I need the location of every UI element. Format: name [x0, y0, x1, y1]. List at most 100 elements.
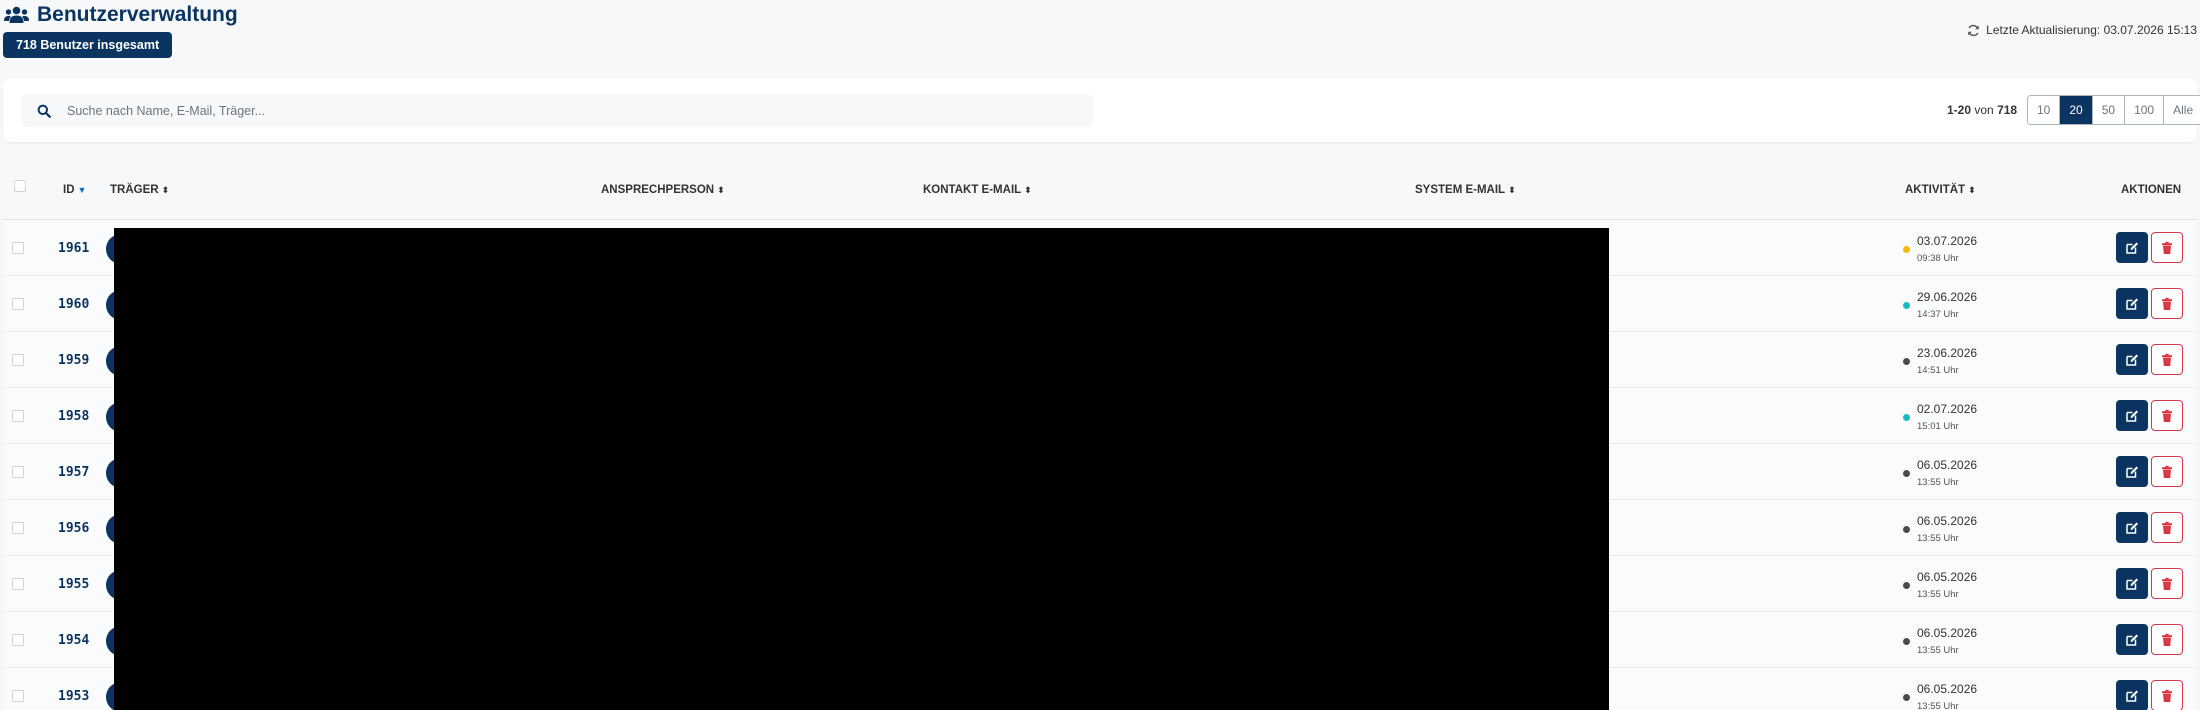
column-label-id: ID [63, 184, 75, 196]
activity-date: 02.07.2026 [1917, 402, 1978, 416]
row-id[interactable]: 1957 [58, 465, 89, 480]
delete-button[interactable] [2151, 680, 2183, 710]
edit-icon [2126, 522, 2138, 534]
page-size-100-button[interactable]: 100 [2125, 96, 2165, 124]
delete-button[interactable] [2151, 288, 2183, 319]
row-checkbox[interactable] [12, 578, 24, 590]
row-checkbox[interactable] [12, 354, 24, 366]
row-id[interactable]: 1955 [58, 577, 89, 592]
edit-button[interactable] [2116, 232, 2148, 263]
row-checkbox[interactable] [12, 242, 24, 254]
activity-status-dot [1903, 694, 1910, 701]
row-id[interactable]: 1960 [58, 297, 89, 312]
delete-button[interactable] [2151, 456, 2183, 487]
table-header: ID ▼ TRÄGER ⬍ ANSPRECHPERSON ⬍ KONTAKT E… [3, 160, 2197, 220]
edit-button[interactable] [2116, 456, 2148, 487]
delete-button[interactable] [2151, 624, 2183, 655]
page-header: Benutzerverwaltung 718 Benutzer insgesam… [0, 0, 2200, 70]
delete-button[interactable] [2151, 512, 2183, 543]
row-checkbox[interactable] [12, 522, 24, 534]
sort-icon: ⬍ [1508, 184, 1516, 195]
activity-time: 13:55 Uhr [1917, 533, 1959, 544]
row-checkbox[interactable] [12, 298, 24, 310]
edit-button[interactable] [2116, 624, 2148, 655]
activity-time: 13:55 Uhr [1917, 477, 1959, 488]
page-size-20-button[interactable]: 20 [2060, 96, 2093, 124]
edit-icon [2126, 354, 2138, 366]
trash-icon [2162, 577, 2172, 590]
trash-icon [2162, 241, 2172, 254]
row-id[interactable]: 1953 [58, 689, 89, 704]
row-checkbox[interactable] [12, 410, 24, 422]
activity-date: 29.06.2026 [1917, 290, 1978, 304]
redacted-region [114, 228, 1609, 710]
trash-icon [2162, 465, 2172, 478]
column-label-traeger: TRÄGER [110, 184, 159, 196]
column-header-ansprechperson[interactable]: ANSPRECHPERSON ⬍ [601, 184, 725, 196]
activity-date: 06.05.2026 [1917, 570, 1978, 584]
page-size-all-button[interactable]: Alle [2164, 96, 2200, 124]
column-label-kontakt-email: KONTAKT E-MAIL [923, 184, 1022, 196]
column-label-system-email: SYSTEM E-MAIL [1415, 184, 1506, 196]
range-value: 1-20 [1947, 103, 1972, 117]
edit-button[interactable] [2116, 288, 2148, 319]
activity-status-dot [1903, 526, 1910, 533]
delete-button[interactable] [2151, 568, 2183, 599]
row-checkbox[interactable] [12, 466, 24, 478]
row-checkbox[interactable] [12, 690, 24, 702]
sort-icon: ⬍ [1024, 184, 1032, 195]
activity-status-dot [1903, 638, 1910, 645]
edit-button[interactable] [2116, 680, 2148, 710]
activity-time: 13:55 Uhr [1917, 589, 1959, 600]
delete-button[interactable] [2151, 400, 2183, 431]
trash-icon [2162, 689, 2172, 702]
sort-icon: ⬍ [717, 184, 725, 195]
activity-time: 14:37 Uhr [1917, 309, 1959, 320]
activity-date: 06.05.2026 [1917, 626, 1978, 640]
search-box[interactable] [21, 94, 1093, 127]
sort-icon: ⬍ [161, 184, 170, 195]
edit-button[interactable] [2116, 344, 2148, 375]
trash-icon [2162, 521, 2172, 534]
last-update-info: Letzte Aktualisierung: 03.07.2026 15:13 [1967, 23, 2197, 37]
column-header-system-email[interactable]: SYSTEM E-MAIL ⬍ [1415, 184, 1516, 196]
column-header-traeger[interactable]: TRÄGER ⬍ [110, 184, 169, 196]
search-input[interactable] [67, 103, 1047, 118]
pagination-range: 1-20 von 718 [1947, 103, 2017, 117]
page-title: Benutzerverwaltung [37, 3, 238, 26]
column-header-kontakt-email[interactable]: KONTAKT E-MAIL ⬍ [923, 184, 1032, 196]
activity-status-dot [1903, 358, 1910, 365]
trash-icon [2162, 297, 2172, 310]
delete-button[interactable] [2151, 232, 2183, 263]
page-title-group: Benutzerverwaltung [4, 3, 238, 27]
range-of-label: von [1974, 103, 1994, 117]
activity-status-dot [1903, 246, 1910, 253]
row-id[interactable]: 1954 [58, 633, 89, 648]
page-size-10-button[interactable]: 10 [2028, 96, 2061, 124]
delete-button[interactable] [2151, 344, 2183, 375]
activity-time: 13:55 Uhr [1917, 701, 1959, 710]
row-id[interactable]: 1961 [58, 241, 89, 256]
column-header-id[interactable]: ID ▼ [63, 184, 86, 196]
activity-date: 06.05.2026 [1917, 514, 1978, 528]
activity-date: 23.06.2026 [1917, 346, 1978, 360]
activity-status-dot [1903, 302, 1910, 309]
row-id[interactable]: 1958 [58, 409, 89, 424]
trash-icon [2162, 353, 2172, 366]
edit-button[interactable] [2116, 568, 2148, 599]
page-size-selector: 10 20 50 100 Alle [2027, 95, 2200, 125]
edit-button[interactable] [2116, 400, 2148, 431]
select-all-checkbox[interactable] [14, 180, 26, 192]
refresh-icon[interactable] [1967, 24, 1980, 37]
column-header-aktivitaet[interactable]: AKTIVITÄT ⬍ [1905, 184, 1976, 196]
edit-button[interactable] [2116, 512, 2148, 543]
row-checkbox[interactable] [12, 634, 24, 646]
activity-time: 13:55 Uhr [1917, 645, 1959, 656]
page-size-50-button[interactable]: 50 [2092, 96, 2126, 124]
edit-icon [2126, 634, 2138, 646]
edit-icon [2126, 410, 2138, 422]
activity-date: 06.05.2026 [1917, 682, 1978, 696]
sort-icon: ⬍ [1968, 184, 1976, 195]
row-id[interactable]: 1959 [58, 353, 89, 368]
row-id[interactable]: 1956 [58, 521, 89, 536]
